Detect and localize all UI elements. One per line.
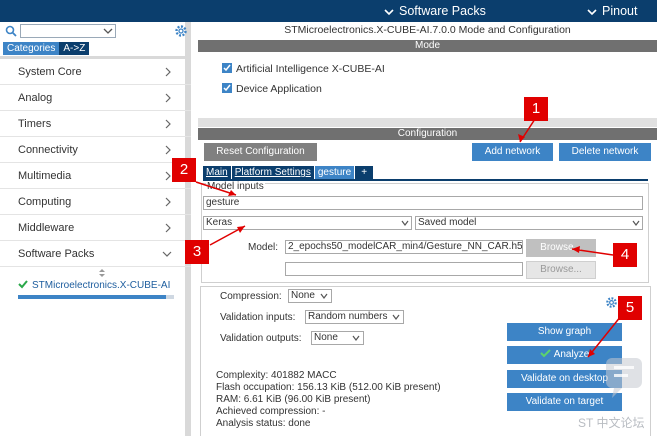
annotation-badge-3: 3 bbox=[185, 240, 209, 264]
annotation-badge-1: 1 bbox=[524, 97, 548, 121]
annotation-badge-4: 4 bbox=[613, 243, 637, 267]
forum-logo-icon bbox=[606, 358, 642, 398]
annotation-arrowhead-4 bbox=[572, 246, 580, 253]
annotation-badge-2: 2 bbox=[172, 158, 196, 182]
watermark: ST 中文论坛 bbox=[578, 416, 645, 430]
annotation-badge-5: 5 bbox=[618, 296, 642, 320]
annotation-arrows bbox=[195, 118, 622, 358]
annotation-arrow-5 bbox=[587, 315, 622, 358]
